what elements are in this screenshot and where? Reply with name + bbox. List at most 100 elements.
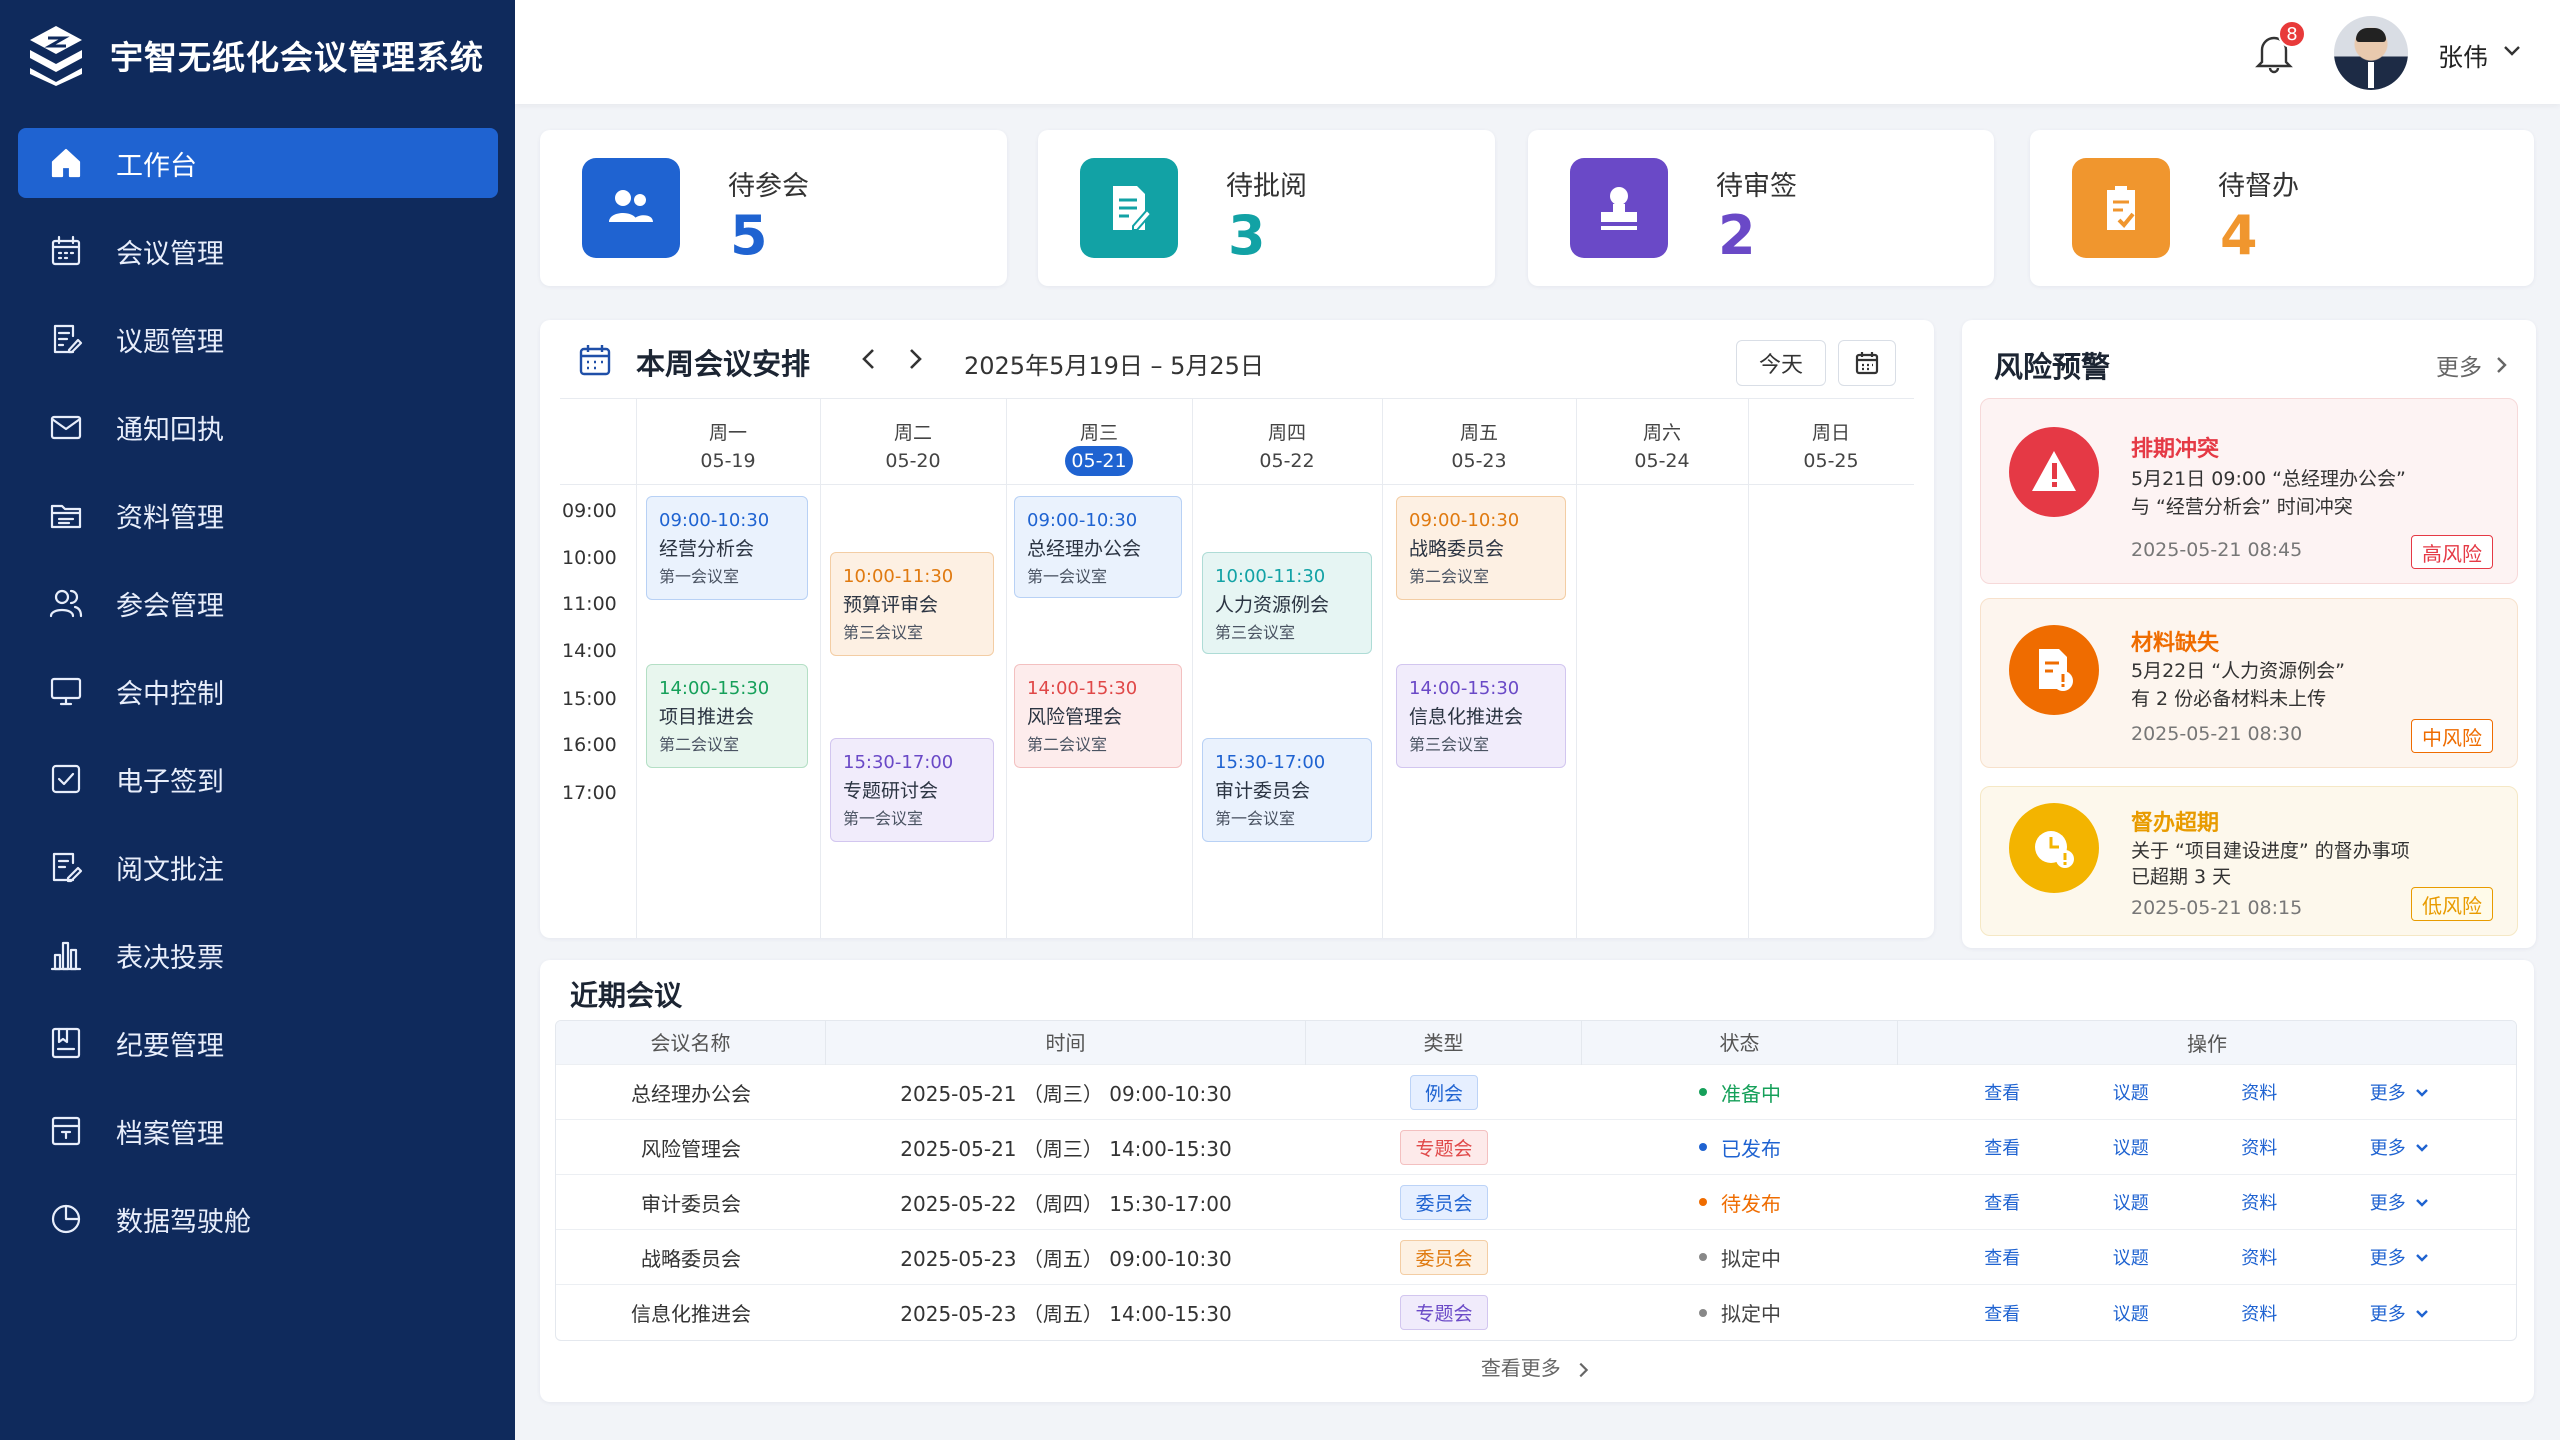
sidebar-item-in-meeting-control[interactable]: 会中控制	[18, 656, 498, 726]
view-button[interactable]: 查看	[1984, 1079, 2020, 1105]
schedule-event[interactable]: 09:00-10:30 总经理办公会 第一会议室	[1014, 496, 1182, 598]
materials-button[interactable]: 资料	[2241, 1079, 2277, 1105]
topics-button[interactable]: 议题	[2113, 1300, 2149, 1326]
stat-card-pending-sign[interactable]: 待审签 2	[1528, 130, 1994, 286]
sidebar-item-annotation[interactable]: 阅文批注	[18, 832, 498, 902]
risk-more-link[interactable]: 更多	[2436, 348, 2512, 382]
sidebar-item-label: 议题管理	[116, 326, 224, 358]
risk-level-badge: 高风险	[2411, 535, 2493, 569]
schedule-event[interactable]: 10:00-11:30 预算评审会 第三会议室	[830, 552, 994, 656]
meeting-status: 已发布	[1699, 1133, 1781, 1162]
stat-card-pending-attend[interactable]: 待参会 5	[540, 130, 1007, 286]
notification-button[interactable]: 8	[2252, 20, 2306, 78]
sidebar-item-topics[interactable]: 议题管理	[18, 304, 498, 374]
sidebar-item-materials[interactable]: 资料管理	[18, 480, 498, 550]
materials-button[interactable]: 资料	[2241, 1300, 2277, 1326]
meeting-type-tag: 委员会	[1400, 1239, 1488, 1275]
day-header: 周二 05-20	[885, 422, 941, 472]
sidebar-item-label: 纪要管理	[116, 1030, 224, 1062]
sidebar-item-meetings[interactable]: 会议管理	[18, 216, 498, 286]
monitor-icon	[48, 673, 84, 709]
stat-card-pending-supervise[interactable]: 待督办 4	[2030, 130, 2534, 286]
sidebar-item-label: 工作台	[116, 150, 197, 182]
risk-item-title: 排期冲突	[2131, 437, 2220, 462]
topics-button[interactable]: 议题	[2113, 1134, 2149, 1160]
stat-card-pending-review[interactable]: 待批阅 3	[1038, 130, 1495, 286]
materials-button[interactable]: 资料	[2241, 1244, 2277, 1270]
more-dropdown[interactable]: 更多	[2370, 1189, 2430, 1215]
sidebar-item-voting[interactable]: 表决投票	[18, 920, 498, 990]
home-icon	[48, 145, 84, 181]
stat-label: 待审签	[1716, 171, 1797, 202]
materials-button[interactable]: 资料	[2241, 1189, 2277, 1215]
table-row: 审计委员会 2025-05-22 （周四） 15:30-17:00 委员会 待发布 查看…	[556, 1175, 2516, 1230]
chevron-down-icon[interactable]	[2500, 38, 2528, 66]
risk-item-overdue[interactable]: 督办超期 关于 “项目建设进度” 的督办事项 已超期 3 天 2025-05-2…	[1980, 786, 2518, 936]
sidebar-item-label: 档案管理	[116, 1118, 224, 1150]
sidebar-item-label: 会中控制	[116, 678, 224, 710]
meeting-time: 2025-05-23 （周五） 14:00-15:30	[900, 1302, 1232, 1326]
view-button[interactable]: 查看	[1984, 1189, 2020, 1215]
avatar[interactable]	[2334, 16, 2408, 90]
sidebar-item-notices[interactable]: 通知回执	[18, 392, 498, 462]
more-dropdown[interactable]: 更多	[2370, 1134, 2430, 1160]
column-header: 操作	[2187, 1032, 2227, 1056]
calendar-icon	[48, 233, 84, 269]
chevron-right-icon	[910, 349, 922, 369]
users-icon	[582, 158, 680, 258]
prev-week-button[interactable]	[856, 346, 886, 376]
sidebar-item-workbench[interactable]: 工作台	[18, 128, 498, 198]
schedule-event[interactable]: 09:00-10:30 战略委员会 第二会议室	[1396, 496, 1566, 600]
users-icon	[48, 585, 84, 621]
time-label: 15:00	[562, 688, 617, 710]
sidebar-item-label: 数据驾驶舱	[116, 1206, 251, 1238]
meeting-type-tag: 专题会	[1400, 1129, 1488, 1165]
risk-item-title: 材料缺失	[2131, 631, 2220, 656]
schedule-event[interactable]: 15:30-17:00 专题研讨会 第一会议室	[830, 738, 994, 842]
sidebar-item-data-cockpit[interactable]: 数据驾驶舱	[18, 1184, 498, 1254]
more-dropdown[interactable]: 更多	[2370, 1300, 2430, 1326]
more-dropdown[interactable]: 更多	[2370, 1079, 2430, 1105]
view-more-link[interactable]: 查看更多	[540, 1352, 2534, 1381]
risk-item-missing-materials[interactable]: 材料缺失 5月22日 “人力资源例会” 有 2 份必备材料未上传 2025-05…	[1980, 598, 2518, 768]
meeting-name: 风险管理会	[641, 1136, 741, 1161]
time-label: 11:00	[562, 593, 617, 615]
topics-button[interactable]: 议题	[2113, 1189, 2149, 1215]
risk-item-time: 2025-05-21 08:45	[2131, 539, 2303, 561]
sidebar-item-sign-in[interactable]: 电子签到	[18, 744, 498, 814]
sidebar-item-attendees[interactable]: 参会管理	[18, 568, 498, 638]
topics-button[interactable]: 议题	[2113, 1079, 2149, 1105]
next-week-button[interactable]	[902, 346, 932, 376]
week-schedule-panel: 本周会议安排 2025年5月19日 – 5月25日 今天 周一 05-19 周二 0…	[540, 320, 1934, 938]
sidebar-item-archives[interactable]: 档案管理	[18, 1096, 498, 1166]
meeting-time: 2025-05-22 （周四） 15:30-17:00	[900, 1191, 1232, 1216]
username[interactable]: 张伟	[2438, 38, 2488, 74]
schedule-event[interactable]: 14:00-15:30 风险管理会 第二会议室	[1014, 664, 1182, 768]
sidebar-nav: 工作台 会议管理 议题管理 通知回执 资料管理 参会管理 会中控制 电子签到 阅…	[18, 128, 498, 1272]
schedule-event[interactable]: 14:00-15:30 信息化推进会 第三会议室	[1396, 664, 1566, 768]
column-header: 状态	[1582, 1021, 1898, 1065]
today-button[interactable]: 今天	[1736, 340, 1826, 386]
topics-button[interactable]: 议题	[2113, 1244, 2149, 1270]
more-dropdown[interactable]: 更多	[2370, 1244, 2430, 1270]
schedule-event[interactable]: 14:00-15:30 项目推进会 第二会议室	[646, 664, 808, 768]
view-button[interactable]: 查看	[1984, 1134, 2020, 1160]
schedule-event[interactable]: 15:30-17:00 审计委员会 第一会议室	[1202, 738, 1372, 842]
materials-button[interactable]: 资料	[2241, 1134, 2277, 1160]
risk-item-desc: 5月21日 09:00 “总经理办公会”	[2131, 468, 2406, 490]
meeting-name: 总经理办公会	[631, 1081, 751, 1106]
schedule-event[interactable]: 10:00-11:30 人力资源例会 第三会议室	[1202, 552, 1372, 654]
schedule-event[interactable]: 09:00-10:30 经营分析会 第一会议室	[646, 496, 808, 600]
missing-file-icon	[2009, 625, 2099, 715]
table-row: 风险管理会 2025-05-21 （周三） 14:00-15:30 专题会 已发布 查看…	[556, 1120, 2516, 1175]
sidebar-item-minutes[interactable]: 纪要管理	[18, 1008, 498, 1078]
chevron-down-icon	[2415, 1199, 2428, 1207]
view-button[interactable]: 查看	[1984, 1244, 2020, 1270]
risk-item-time: 2025-05-21 08:15	[2131, 897, 2303, 919]
risk-item-schedule-conflict[interactable]: 排期冲突 5月21日 09:00 “总经理办公会” 与 “经营分析会” 时间冲突…	[1980, 398, 2518, 584]
risk-title: 风险预警	[1994, 350, 2111, 384]
date-picker-button[interactable]	[1838, 340, 1896, 386]
stamp-icon	[1570, 158, 1668, 258]
brand: 宇智无纸化会议管理系统	[28, 20, 484, 90]
view-button[interactable]: 查看	[1984, 1300, 2020, 1326]
